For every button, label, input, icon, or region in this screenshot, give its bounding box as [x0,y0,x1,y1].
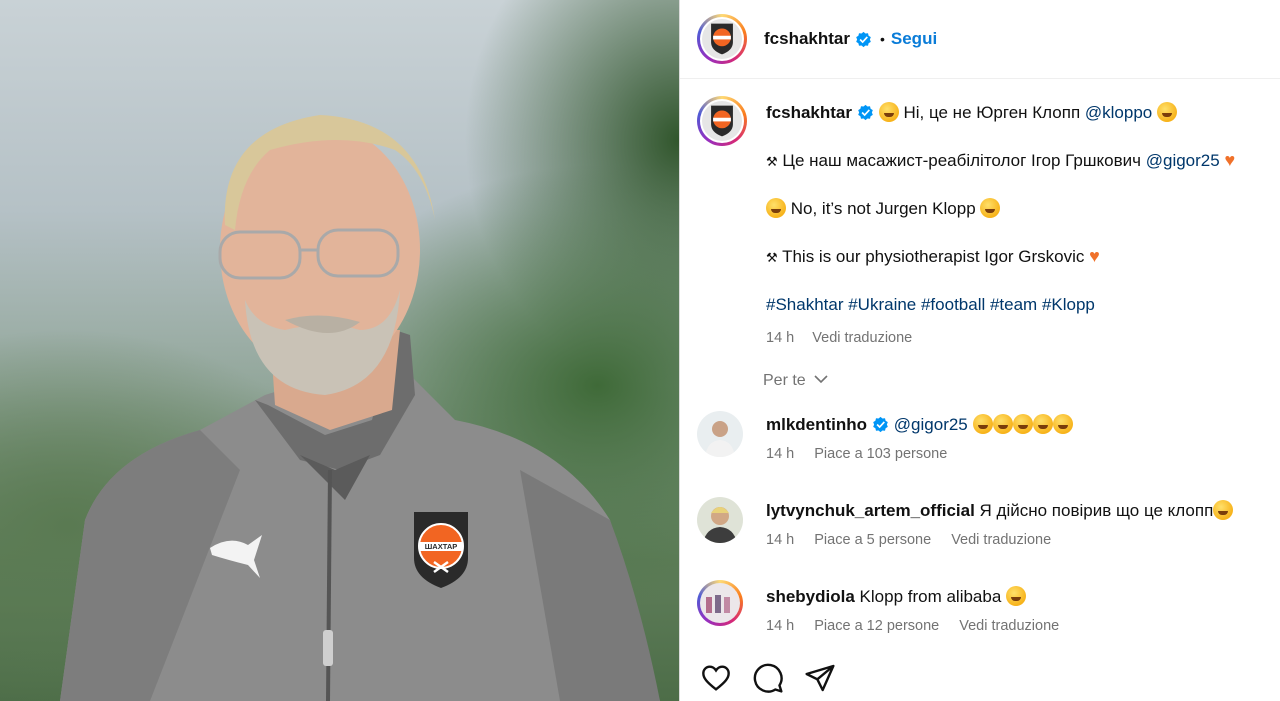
post-photo[interactable]: ШАХТАР [0,0,679,701]
comment-likes[interactable]: Piace a 5 persone [814,532,931,548]
verified-badge-icon [856,31,871,47]
winking-emoji-icon [980,198,1001,218]
post-header: fcshakhtar • Segui [680,0,1280,79]
caption-time[interactable]: 14 h [766,330,794,346]
caption-hashtags: #Shakhtar #Ukraine #football #team #Klop… [766,294,1280,316]
post-photo-illustration: ШАХТАР [60,115,660,701]
caption-text-3: No, it’s not Jurgen Klopp [790,199,976,218]
comment-time[interactable]: 14 h [766,446,794,462]
for-you-filter[interactable]: Per te [763,372,828,390]
for-you-label: Per te [763,372,806,389]
caption-translate-link[interactable]: Vedi traduzione [812,330,912,346]
share-icon[interactable] [804,662,836,694]
caption-line-1: fcshakhtar Ні, це не Юрген Клопп @kloppo [766,102,1280,124]
comment-item: lytvynchuk_artem_official Я дійсно повір… [697,497,1280,548]
hashtags[interactable]: #Shakhtar #Ukraine #football #team #Klop… [766,295,1095,314]
winking-emoji-icon [1156,102,1177,122]
comment-icon[interactable] [752,662,784,694]
comment-item: shebydiola Klopp from alibaba 14 h Piace… [697,580,1280,634]
comment-translate-link[interactable]: Vedi traduzione [951,532,1051,548]
grinning-sweat-emoji-icon [766,198,786,218]
mention-gigor25[interactable]: @gigor25 [1146,151,1220,170]
verified-badge-icon [873,416,888,433]
comment-likes[interactable]: Piace a 103 persone [814,446,947,462]
shakhtar-logo-icon [711,23,733,55]
comment-mention[interactable]: @gigor25 [894,415,968,434]
post-side-panel: fcshakhtar • Segui fcshakhtar Ні, це не … [680,0,1280,701]
comment-likes[interactable]: Piace a 12 persone [814,618,939,634]
comment-username[interactable]: mlkdentinho [766,415,867,434]
comment-username[interactable]: lytvynchuk_artem_official [766,501,975,520]
caption-line-4: ⚒ This is our physiotherapist Igor Grsko… [766,245,1280,269]
separator-dot: • [879,31,885,47]
screaming-emoji-icon [1006,586,1027,606]
hammer-pick-emoji-icon: ⚒ [766,154,778,169]
laughing-emoji-icons [972,414,1073,434]
author-username[interactable]: fcshakhtar [764,29,850,49]
commenter-avatar[interactable] [697,580,743,626]
post-action-bar [700,662,836,694]
caption-text-4: This is our physiotherapist Igor Grskovi… [782,247,1085,266]
comment-text: Klopp from alibaba [859,587,1002,606]
caption-username[interactable]: fcshakhtar [766,103,852,122]
shakhtar-logo-icon [711,105,733,137]
crest-text: ШАХТАР [425,542,457,551]
caption-line-2: ⚒ Це наш масажист-реабілітолог Ігор Гршк… [766,149,1280,173]
grinning-sweat-emoji-icon [878,102,899,122]
orange-heart-emoji-icon: ♥ [1089,246,1100,266]
caption-text-2: Це наш масажист-реабілітолог Ігор Гршков… [782,151,1141,170]
caption-text-1: Ні, це не Юрген Клопп [903,103,1081,122]
shakhtar-crest-logo: ШАХТАР [414,512,468,588]
orange-heart-emoji-icon: ♥ [1224,150,1236,170]
commenter-avatar[interactable] [697,497,743,543]
comment-translate-link[interactable]: Vedi traduzione [959,618,1059,634]
caption-line-3: No, it’s not Jurgen Klopp [766,198,1280,220]
mention-kloppo[interactable]: @kloppo [1085,103,1152,122]
chevron-down-icon [814,375,828,384]
comment-text: Я дійсно повірив що це клопп [979,501,1214,520]
post-caption: fcshakhtar Ні, це не Юрген Клопп @kloppo… [697,96,1280,349]
laughing-emoji-icon [1213,500,1234,520]
comment-time[interactable]: 14 h [766,618,794,634]
caption-author-avatar[interactable] [697,96,747,146]
heart-icon[interactable] [700,662,732,694]
verified-badge-icon [858,104,873,121]
author-avatar[interactable] [697,14,747,64]
comment-username[interactable]: shebydiola [766,587,855,606]
caption-meta: 14 h Vedi traduzione [766,327,1280,349]
comment-item: mlkdentinho @gigor25 14 h Piace a 103 pe… [697,411,1280,462]
comment-time[interactable]: 14 h [766,532,794,548]
hammer-pick-emoji-icon: ⚒ [766,250,778,265]
commenter-avatar[interactable] [697,411,743,457]
follow-button[interactable]: Segui [891,29,937,49]
